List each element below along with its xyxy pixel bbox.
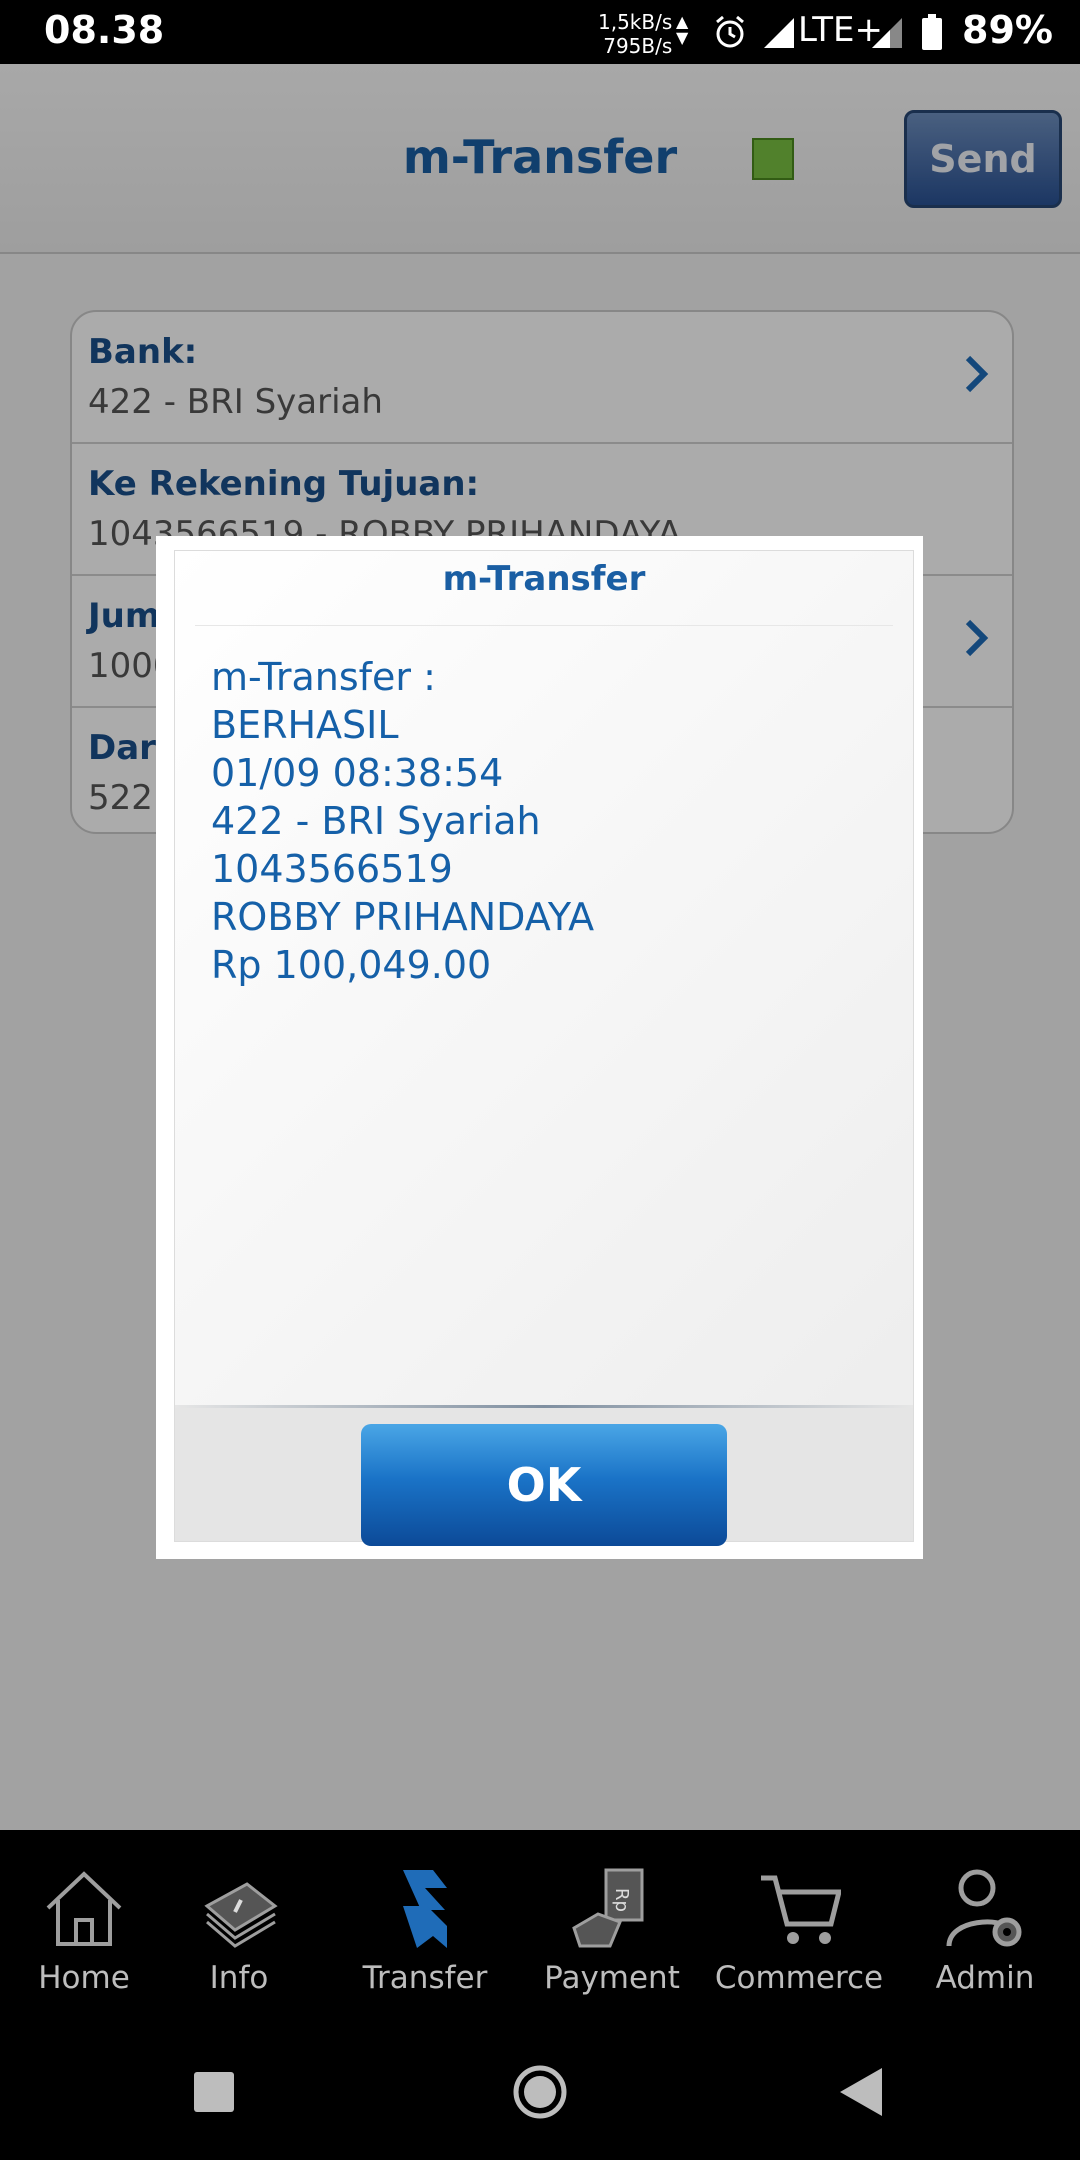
message-line: Rp 100,049.00 bbox=[211, 943, 492, 987]
payment-icon: Rp bbox=[572, 1868, 644, 1948]
back-icon[interactable] bbox=[840, 2068, 882, 2116]
alarm-icon bbox=[716, 15, 744, 48]
message-line: BERHASIL bbox=[211, 703, 399, 747]
status-time: 08.38 bbox=[44, 8, 165, 52]
message-line: ROBBY PRIHANDAYA bbox=[211, 895, 595, 939]
message-line: 01/09 08:38:54 bbox=[211, 751, 504, 795]
network-speed: 1,5kB/s 795B/s bbox=[598, 10, 672, 58]
signal-icon bbox=[764, 18, 794, 48]
dialog-body: m-Transfer m-Transfer : BERHASIL 01/09 0… bbox=[174, 550, 914, 1546]
nav-home[interactable]: Home bbox=[9, 1866, 159, 2006]
system-nav-bar bbox=[0, 2020, 1080, 2160]
message-line: 1043566519 bbox=[211, 847, 453, 891]
message-line: m-Transfer : bbox=[211, 655, 436, 699]
nav-admin[interactable]: Admin bbox=[910, 1866, 1060, 2006]
nav-commerce[interactable]: Commerce bbox=[715, 1866, 883, 2006]
cart-icon bbox=[761, 1875, 841, 1944]
bottom-nav: Home Info Transfer Rp Payment Commerce A… bbox=[0, 1830, 1080, 2020]
transfer-icon bbox=[403, 1870, 447, 1948]
divider bbox=[195, 625, 893, 626]
data-arrows-icon: ▲ ▼ bbox=[676, 12, 689, 47]
info-icon bbox=[204, 1882, 278, 1948]
dialog-footer: OK bbox=[175, 1408, 913, 1546]
nav-payment[interactable]: Rp Payment bbox=[537, 1866, 687, 2006]
home-nav-icon[interactable] bbox=[512, 2064, 568, 2120]
result-dialog: m-Transfer m-Transfer : BERHASIL 01/09 0… bbox=[156, 536, 923, 1559]
network-speed-down: 795B/s bbox=[603, 34, 673, 58]
ok-button[interactable]: OK bbox=[361, 1424, 727, 1546]
dialog-message: m-Transfer : BERHASIL 01/09 08:38:54 422… bbox=[211, 653, 594, 989]
battery-icon bbox=[922, 14, 942, 50]
message-line: 422 - BRI Syariah bbox=[211, 799, 541, 843]
nav-label: Commerce bbox=[714, 1960, 884, 1996]
battery-percent: 89% bbox=[962, 8, 1053, 52]
nav-label: Payment bbox=[544, 1960, 680, 1996]
signal-2-icon bbox=[872, 18, 902, 48]
admin-icon bbox=[946, 1869, 1022, 1947]
nav-label: Transfer bbox=[362, 1960, 488, 1996]
nav-transfer[interactable]: Transfer bbox=[350, 1866, 500, 2006]
svg-text:Rp: Rp bbox=[611, 1888, 632, 1912]
recents-icon[interactable] bbox=[194, 2072, 234, 2112]
nav-info[interactable]: Info bbox=[164, 1866, 314, 2006]
home-icon bbox=[46, 1871, 122, 1946]
dialog-title: m-Transfer bbox=[442, 559, 646, 599]
status-bar: 08.38 1,5kB/s 795B/s ▲ ▼ LTE+ 89% bbox=[0, 0, 1080, 64]
nav-label: Admin bbox=[935, 1960, 1035, 1996]
network-speed-up: 1,5kB/s bbox=[598, 10, 673, 34]
nav-label: Info bbox=[209, 1960, 269, 1996]
